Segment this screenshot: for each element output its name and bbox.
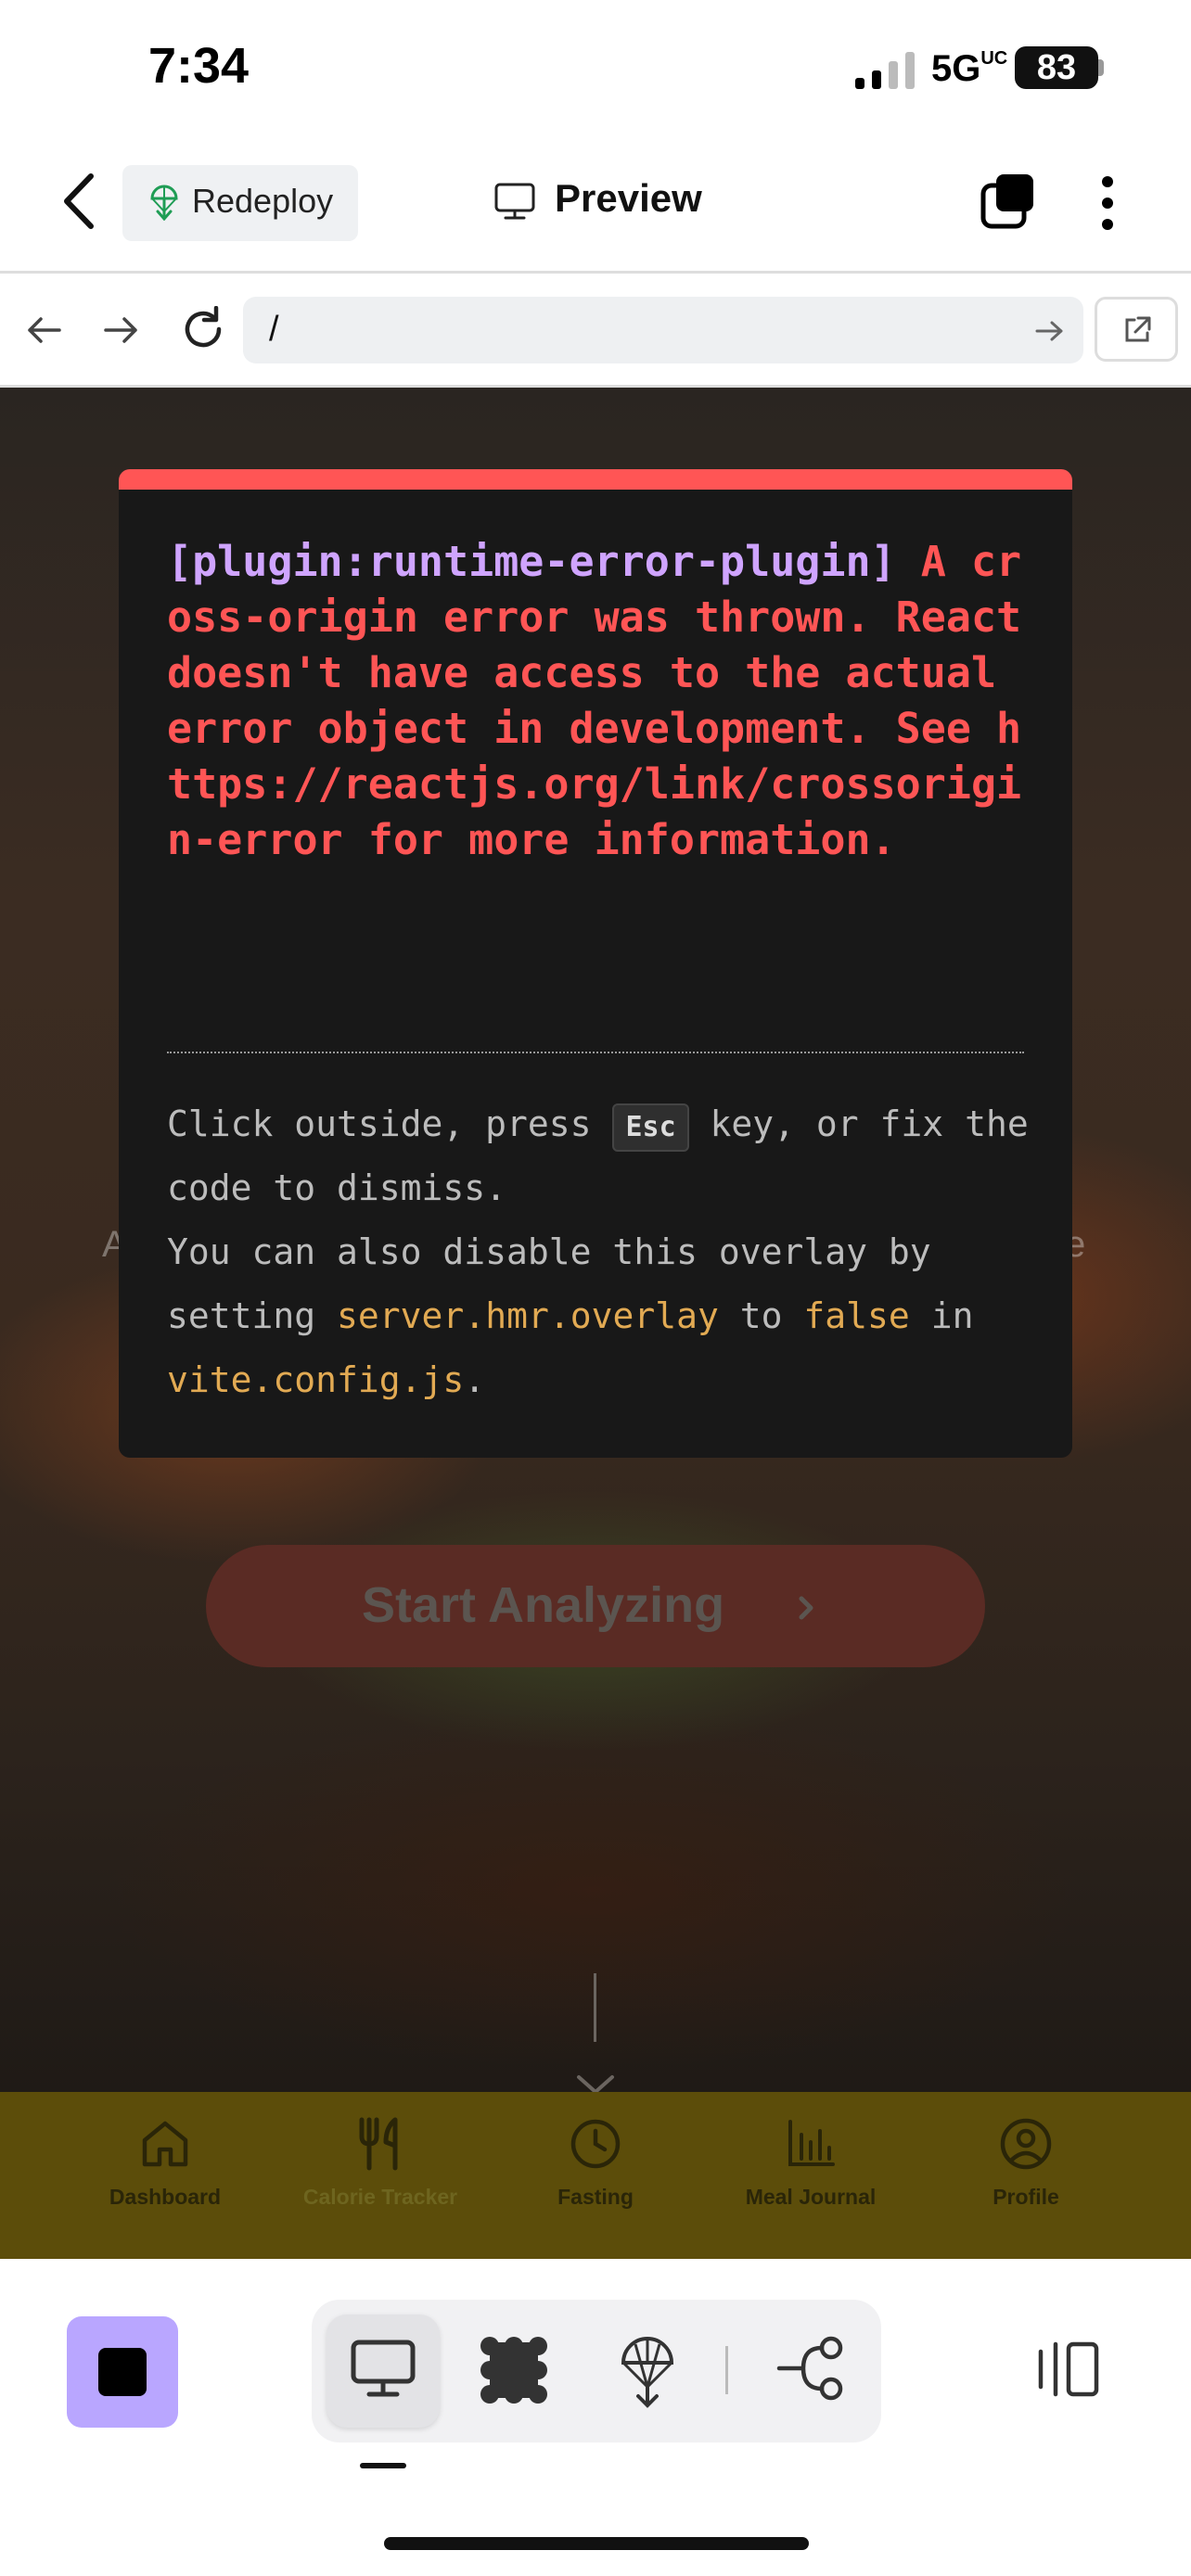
home-indicator (384, 2537, 809, 2550)
panel-toggle-icon[interactable] (1033, 2339, 1102, 2400)
status-time: 7:34 (148, 38, 250, 94)
more-options-icon[interactable] (1096, 172, 1119, 234)
url-go-icon[interactable] (1033, 315, 1065, 347)
error-divider (167, 1052, 1024, 1053)
setting-code: server.hmr.overlay (337, 1295, 719, 1336)
nav-item-dashboard[interactable]: Dashboard (63, 2092, 267, 2259)
user-circle-icon (1000, 2118, 1052, 2170)
redeploy-label: Redeploy (192, 182, 334, 220)
clock-icon (570, 2119, 621, 2169)
error-message: [plugin:runtime-error-plugin] A cross-or… (167, 534, 1039, 868)
stop-icon (98, 2348, 147, 2396)
nav-label-dashboard: Dashboard (109, 2185, 222, 2209)
url-input[interactable] (243, 297, 1083, 363)
network-label: 5GUC (931, 48, 1008, 89)
home-icon (142, 2121, 188, 2167)
monitor-icon (494, 183, 535, 220)
nav-label-fasting: Fasting (557, 2185, 634, 2209)
error-plugin-name: [plugin:runtime-error-plugin] (167, 537, 896, 586)
desktop-icon (351, 2340, 416, 2397)
start-analyzing-label: Start Analyzing (362, 1577, 725, 1633)
back-button[interactable] (54, 171, 106, 232)
windows-icon[interactable] (980, 172, 1037, 230)
external-link-icon (1125, 316, 1151, 342)
battery-tip (1098, 59, 1104, 76)
value-code: false (803, 1295, 910, 1336)
segment-separator (725, 2346, 728, 2394)
signal-icon (855, 52, 915, 89)
nav-item-calorie-tracker[interactable]: Calorie Tracker (278, 2092, 482, 2259)
config-file-code: vite.config.js (167, 1359, 465, 1400)
apps-grid-icon[interactable] (479, 2335, 549, 2405)
nav-back-icon[interactable] (24, 310, 65, 351)
active-segment-indicator (360, 2463, 406, 2468)
nav-label-profile: Profile (992, 2185, 1059, 2209)
nav-label-meal-journal: Meal Journal (745, 2185, 877, 2209)
scroll-indicator-line (594, 1973, 596, 2042)
nav-label-calorie-tracker: Calorie Tracker (302, 2185, 458, 2209)
open-external-button[interactable] (1095, 297, 1178, 362)
workflow-graph-icon[interactable] (775, 2335, 844, 2402)
chevron-right-icon (799, 1596, 813, 1620)
redeploy-icon (150, 185, 178, 221)
url-text: / (269, 310, 279, 349)
bar-chart-icon (788, 2120, 835, 2166)
reload-icon[interactable] (180, 306, 226, 352)
page-title: Preview (555, 176, 702, 220)
nav-item-meal-journal[interactable]: Meal Journal (709, 2092, 913, 2259)
esc-key: Esc (612, 1103, 689, 1152)
deploy-icon[interactable] (618, 2331, 677, 2409)
utensils-icon (359, 2117, 398, 2171)
nav-item-profile[interactable]: Profile (924, 2092, 1128, 2259)
error-tip: Click outside, press Esc key, or fix the… (167, 1103, 1029, 1400)
battery-indicator: 83 (1015, 46, 1098, 89)
nav-item-fasting[interactable]: Fasting (493, 2092, 698, 2259)
nav-forward-icon[interactable] (100, 310, 141, 351)
